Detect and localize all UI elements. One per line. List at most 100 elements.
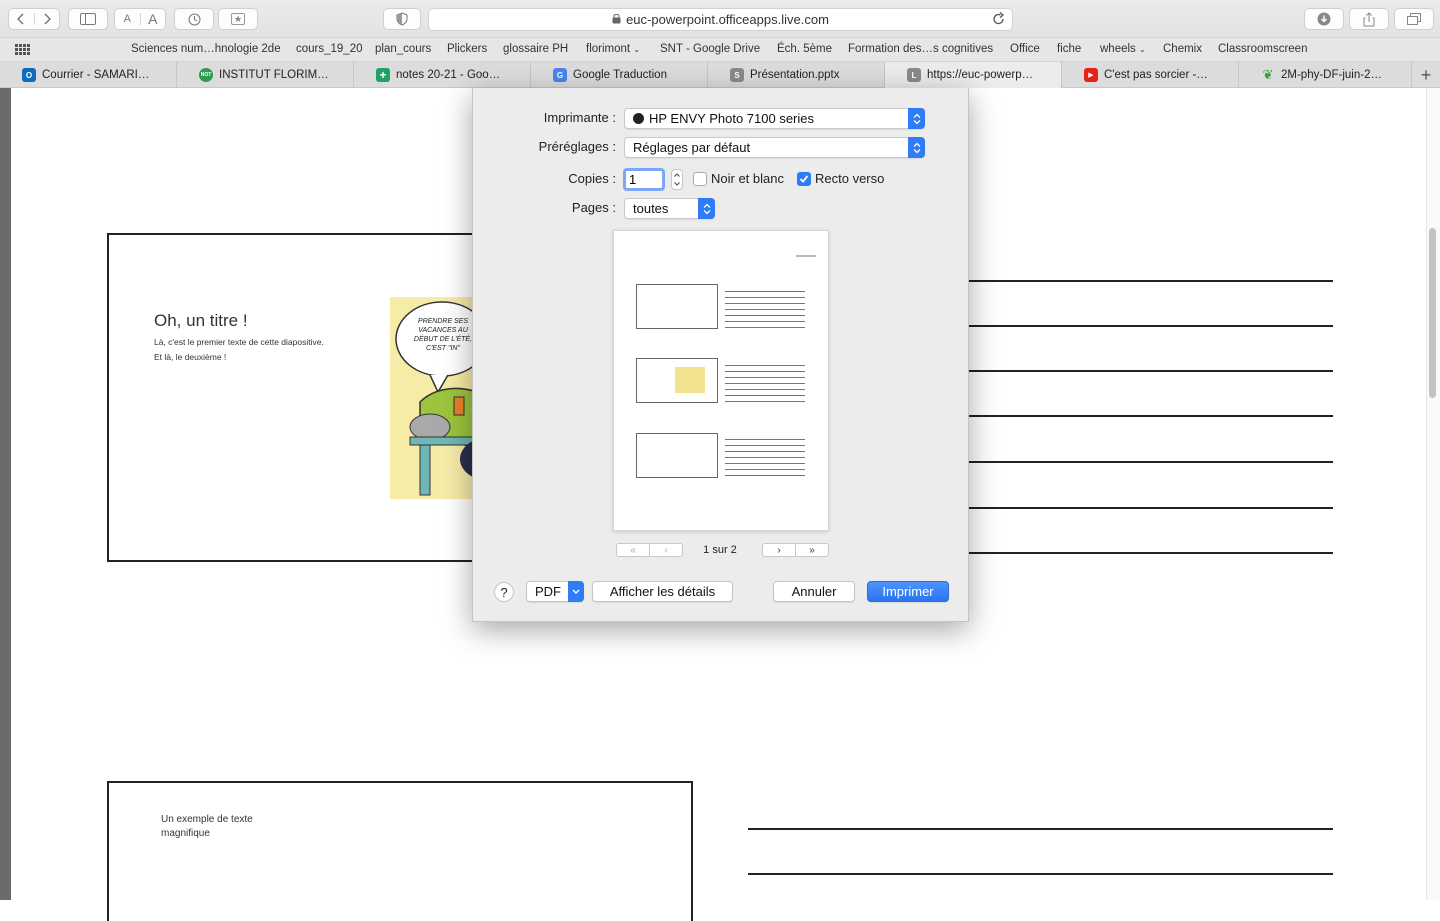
tab-overview-icon[interactable] <box>1394 8 1434 30</box>
share-icon[interactable] <box>1349 8 1389 30</box>
tab-2m-phy[interactable]: ❦ 2M-phy-DF-juin-2… <box>1239 62 1412 88</box>
bookmark-item[interactable]: Office <box>1010 43 1040 55</box>
preview-line <box>725 303 805 304</box>
notes-line <box>968 461 1333 463</box>
bookmark-item[interactable]: glossaire PH <box>503 43 568 55</box>
bookmark-item[interactable]: Éch. 5ème <box>777 43 832 55</box>
preview-line <box>725 327 805 328</box>
first-page-icon[interactable]: « <box>617 544 649 556</box>
preview-line <box>725 463 805 464</box>
bookmark-folder[interactable]: wheels ⌄ <box>1100 43 1146 55</box>
cartoon-bubble-text: PRENDRE SES VACANCES AU DÉBUT DE L'ÉTÉ, … <box>413 318 473 352</box>
bookmark-item[interactable]: Chemix <box>1163 43 1202 55</box>
presets-select[interactable]: Réglages par défaut <box>624 137 925 158</box>
cancel-button[interactable]: Annuler <box>773 581 855 602</box>
copies-label: Copies : <box>568 171 616 186</box>
new-tab-plus-icon[interactable]: + <box>1412 62 1440 88</box>
preview-slide <box>636 433 718 478</box>
nav-buttons <box>8 8 60 30</box>
slide-text-line: Un exemple de texte <box>161 814 253 825</box>
copies-field[interactable] <box>623 168 665 191</box>
tab-label: Présentation.pptx <box>750 69 840 81</box>
bookmark-item[interactable]: Plickers <box>447 43 487 55</box>
grid-apps-icon[interactable] <box>15 44 30 58</box>
scrollbar-track[interactable] <box>1426 88 1440 900</box>
pdf-menu-button[interactable]: PDF <box>526 581 584 602</box>
black-white-label: Noir et blanc <box>711 171 784 186</box>
next-page-icon[interactable]: › <box>763 544 795 556</box>
slide-title: Oh, un titre ! <box>154 311 248 330</box>
updown-arrows-icon <box>908 108 925 129</box>
bookmark-item[interactable]: cours_19_20 <box>296 43 363 55</box>
preview-line <box>725 445 805 446</box>
preview-line <box>725 371 805 372</box>
preview-line <box>725 297 805 298</box>
duplex-checkbox[interactable] <box>797 172 811 186</box>
slide-text-line: Là, c'est le premier texte de cette diap… <box>154 337 324 347</box>
reload-icon[interactable] <box>992 12 1005 29</box>
history-icon[interactable] <box>174 8 214 30</box>
preview-line <box>725 365 805 366</box>
preview-line <box>725 469 805 470</box>
tab-bar: O Courrier - SAMARI… NOT INSTITUT FLORIM… <box>0 62 1440 88</box>
bookmarks-bar: Sciences num…hnologie 2de cours_19_20 pl… <box>0 38 1440 62</box>
preview-line <box>725 389 805 390</box>
text-smaller-icon[interactable]: A <box>115 13 141 25</box>
bookmark-item[interactable]: SNT - Google Drive <box>660 43 760 55</box>
tab-euc-powerpoint[interactable]: L https://euc-powerp… <box>885 62 1062 88</box>
slide-thumbnail-2: Un exemple de texte magnifique <box>107 781 693 921</box>
scrollbar-thumb[interactable] <box>1429 228 1436 398</box>
printer-select[interactable]: HP ENVY Photo 7100 series <box>624 108 925 129</box>
address-bar[interactable]: euc-powerpoint.officeapps.live.com <box>428 8 1013 31</box>
s-letter-icon: S <box>730 68 744 82</box>
tab-traduction[interactable]: G Google Traduction <box>531 62 708 88</box>
slide-text-line: magnifique <box>161 828 210 839</box>
bookmark-star-icon[interactable] <box>218 8 258 30</box>
text-larger-icon[interactable]: A <box>141 11 166 27</box>
pdf-label: PDF <box>535 584 561 599</box>
bookmark-item[interactable]: Classroomscreen <box>1218 43 1307 55</box>
pages-select[interactable]: toutes <box>624 198 715 219</box>
show-details-button[interactable]: Afficher les détails <box>592 581 733 602</box>
preview-line <box>725 451 805 452</box>
preview-line <box>725 315 805 316</box>
printer-value: HP ENVY Photo 7100 series <box>649 111 815 126</box>
print-button[interactable]: Imprimer <box>867 581 949 602</box>
privacy-shield-icon[interactable] <box>383 8 421 30</box>
copies-stepper[interactable] <box>671 169 683 190</box>
previous-page-icon[interactable]: ‹ <box>649 544 682 556</box>
print-dialog: Imprimante : HP ENVY Photo 7100 series P… <box>472 88 969 622</box>
bookmark-folder-label: wheels <box>1100 43 1136 55</box>
forward-icon[interactable] <box>35 13 60 25</box>
preview-nav-forward: › » <box>762 543 829 557</box>
sidebar-toggle-icon[interactable] <box>68 8 108 30</box>
preview-line <box>725 321 805 322</box>
last-page-icon[interactable]: » <box>795 544 828 556</box>
back-icon[interactable] <box>9 13 35 25</box>
bookmark-item[interactable]: fiche <box>1057 43 1081 55</box>
preview-line <box>725 475 805 476</box>
tab-institut[interactable]: NOT INSTITUT FLORIM… <box>177 62 354 88</box>
translate-icon: G <box>553 68 567 82</box>
tab-presentation[interactable]: S Présentation.pptx <box>708 62 885 88</box>
address-url: euc-powerpoint.officeapps.live.com <box>626 12 829 27</box>
outlook-icon: O <box>22 68 36 82</box>
pages-value: toutes <box>633 201 669 216</box>
help-button[interactable]: ? <box>494 582 514 602</box>
preview-date-header <box>796 255 816 257</box>
downloads-icon[interactable] <box>1304 8 1344 30</box>
preview-line <box>725 291 805 292</box>
tab-label: 2M-phy-DF-juin-2… <box>1281 69 1382 81</box>
bookmark-item[interactable]: Formation des…s cognitives <box>848 43 993 55</box>
duplex-label: Recto verso <box>815 171 885 186</box>
tab-youtube[interactable]: ▶ C'est pas sorcier -… <box>1062 62 1239 88</box>
preview-line <box>725 439 805 440</box>
bookmark-item[interactable]: Sciences num…hnologie 2de <box>131 43 281 55</box>
tab-courrier[interactable]: O Courrier - SAMARI… <box>0 62 177 88</box>
bookmark-folder[interactable]: florimont ⌄ <box>586 43 640 55</box>
tab-notes[interactable]: + notes 20-21 - Goo… <box>354 62 531 88</box>
black-white-checkbox[interactable] <box>693 172 707 186</box>
tab-label: https://euc-powerp… <box>927 69 1034 81</box>
bookmark-item[interactable]: plan_cours <box>375 43 431 55</box>
preview-nav-back: « ‹ <box>616 543 683 557</box>
